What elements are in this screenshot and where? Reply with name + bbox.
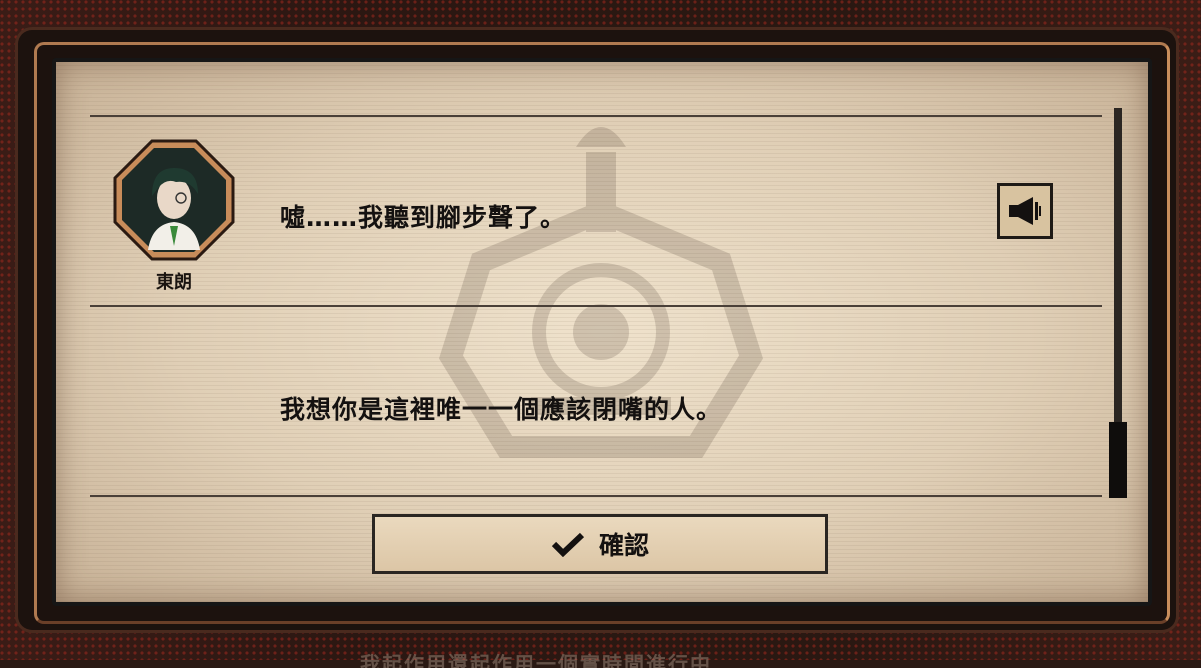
speaker-name: 東朗 (156, 272, 192, 293)
character-avatar (113, 139, 235, 261)
divider-top (90, 115, 1102, 117)
checkmark-icon (551, 532, 585, 557)
background-text: 我起作用還起作用一個實時間進行中 (360, 652, 712, 668)
speaker-icon (1009, 197, 1041, 225)
dialogue-log-panel: 東朗 噓……我聽到腳步聲了。 我想你是這裡唯一一個應該閉嘴的人。 確認 (52, 58, 1152, 606)
dialogue-line-2: 我想你是這裡唯一一個應該閉嘴的人。 (280, 395, 723, 424)
divider-bottom (90, 495, 1102, 497)
voice-replay-button[interactable] (997, 183, 1053, 239)
confirm-button[interactable]: 確認 (372, 514, 828, 574)
divider-middle (90, 305, 1102, 307)
dialogue-line-1: 噓……我聽到腳步聲了。 (280, 203, 567, 232)
scrollbar-thumb[interactable] (1109, 422, 1127, 498)
confirm-button-label: 確認 (598, 531, 649, 560)
